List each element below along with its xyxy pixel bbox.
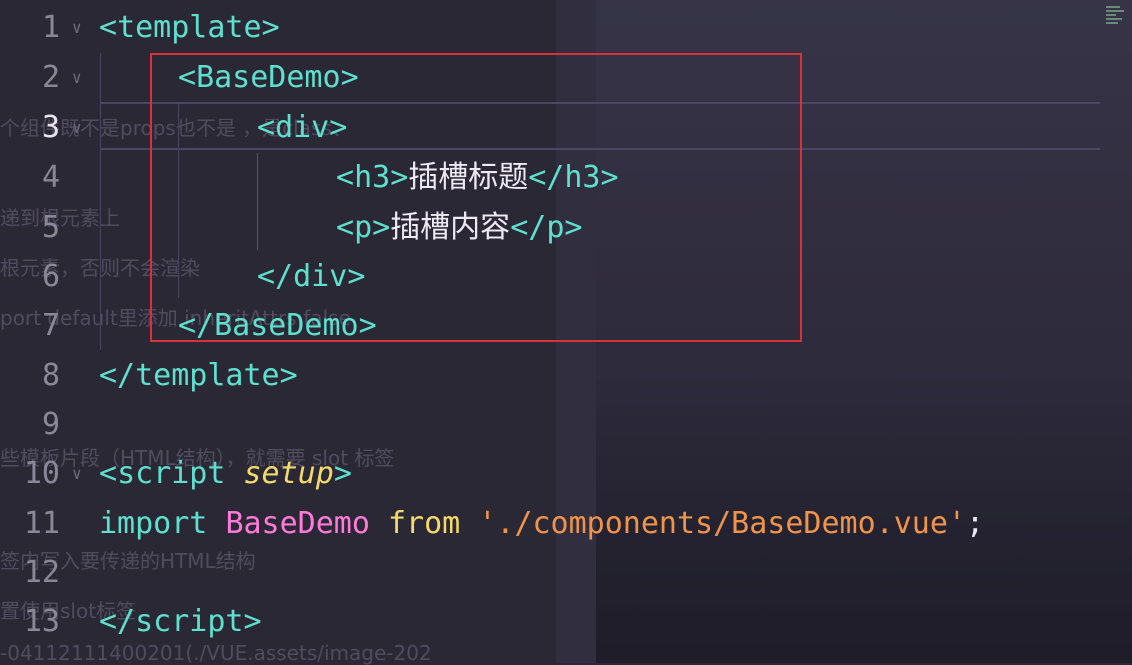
fold-chevron-icon[interactable]: ∨ [72, 103, 82, 153]
line-number-active[interactable]: 3 [0, 103, 60, 153]
bracket: < [99, 456, 118, 491]
line-number[interactable]: 4 [0, 153, 60, 203]
bracket: </ [99, 358, 136, 393]
bracket: < [99, 10, 118, 45]
line-number[interactable]: 10 [0, 449, 60, 499]
bracket: > [279, 358, 298, 393]
line-number[interactable]: 11 [0, 499, 60, 549]
code-line[interactable]: <script setup> [99, 449, 352, 499]
code-line[interactable]: </template> [99, 351, 298, 401]
tag-name: script [117, 456, 226, 491]
semicolon: ; [965, 506, 985, 541]
keyword: from [388, 506, 461, 541]
fold-chevron-icon[interactable]: ∨ [72, 449, 82, 499]
code-line[interactable]: import BaseDemo from './components/BaseD… [99, 499, 984, 549]
attribute-name: setup [243, 456, 334, 491]
line-number[interactable]: 5 [0, 203, 60, 253]
line-number[interactable]: 12 [0, 548, 60, 598]
line-number[interactable]: 8 [0, 351, 60, 401]
line-number[interactable]: 1 [0, 3, 60, 53]
fold-chevron-icon[interactable]: ∨ [72, 3, 82, 53]
indent-guide [100, 53, 101, 350]
keyword: import [99, 506, 208, 541]
bracket: > [243, 604, 262, 639]
string-literal: './components/BaseDemo.vue' [478, 506, 966, 541]
annotation-highlight-box [150, 53, 802, 342]
tag-name: template [135, 358, 280, 393]
fold-chevron-icon[interactable]: ∨ [72, 53, 82, 103]
tag-name: script [135, 604, 244, 639]
line-number[interactable]: 2 [0, 53, 60, 103]
line-number[interactable]: 13 [0, 597, 60, 647]
bracket: > [261, 10, 280, 45]
line-number[interactable]: 6 [0, 252, 60, 302]
bracket: > [333, 456, 352, 491]
code-line[interactable]: <template> [99, 3, 280, 53]
identifier: BaseDemo [225, 506, 370, 541]
line-number[interactable]: 7 [0, 301, 60, 351]
tag-name: template [117, 10, 262, 45]
code-line[interactable]: </script> [99, 597, 262, 647]
bracket: </ [99, 604, 136, 639]
line-number[interactable]: 9 [0, 400, 60, 450]
